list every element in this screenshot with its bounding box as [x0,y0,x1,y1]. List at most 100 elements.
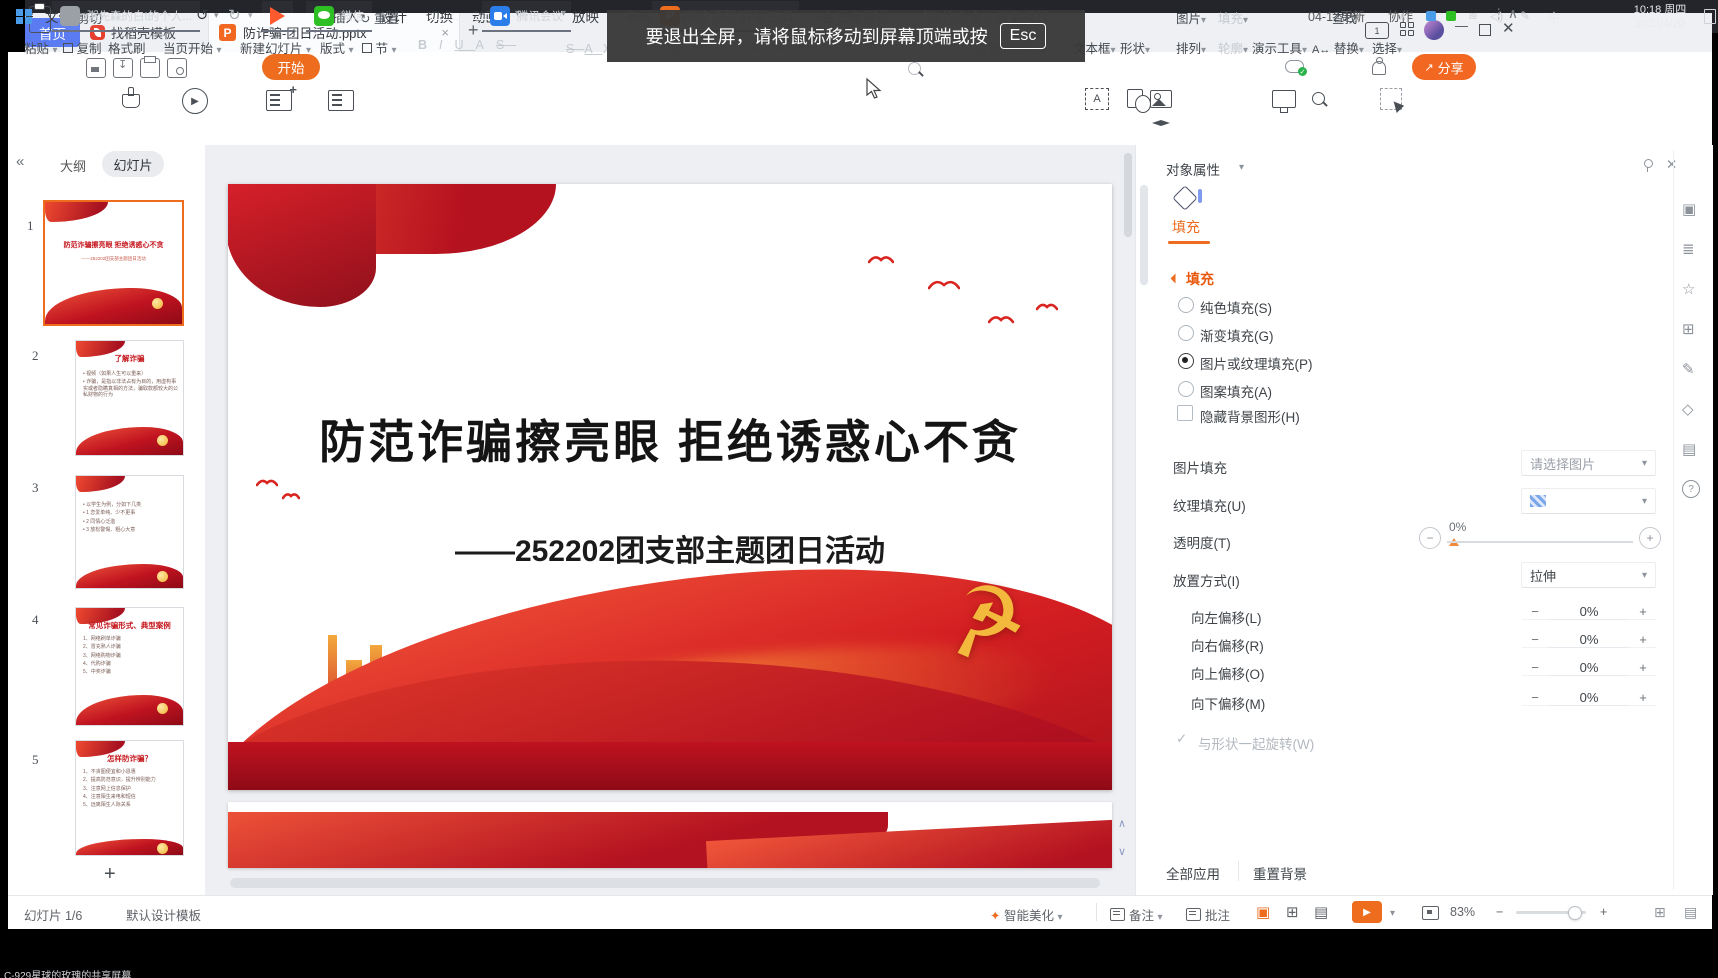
tray-pen-icon[interactable]: ✎ [1520,9,1530,23]
zoom-slider-knob[interactable] [1568,906,1582,920]
radio-gradient-fill[interactable] [1178,325,1194,341]
present-tools-icon[interactable] [1272,90,1296,108]
tray-wechat-icon[interactable] [1446,11,1456,21]
play-options-caret-icon[interactable]: ▾ [1390,908,1395,919]
new-slide-button[interactable]: 新建幻灯片 ▾ [240,38,311,57]
transparency-plus-icon[interactable]: + [1639,527,1661,549]
zoom-in-button[interactable]: + [1600,905,1607,919]
taskbar-item-meeting[interactable]: 腾讯会议 [482,1,571,32]
texture-select-dropdown[interactable]: ▾ [1521,488,1656,514]
panel-title-caret-icon[interactable]: ▾ [1239,162,1244,173]
play-from-page-icon[interactable]: ▶ [182,88,208,114]
add-slide-button[interactable]: + [104,863,116,886]
view-sorter-button[interactable]: ⊞ [1286,903,1299,921]
slide-thumbnail-5[interactable]: 怎样防诈骗？ 1、不贪图便宜和小恩惠 2、提高防范意识，提升辨别能力 3、注意网… [75,740,184,856]
tray-volume-icon[interactable]: ◁) [1490,9,1503,23]
pages-icon[interactable]: ⊞ [1682,320,1695,338]
menu-item-home[interactable]: 开始 [262,54,320,80]
tray-app-icon[interactable] [1426,11,1436,21]
panel-list-icon[interactable]: ≣ [1682,240,1695,258]
offset-right-stepper[interactable]: −0%+ [1522,628,1656,652]
integration-mode-icon[interactable]: 1 [1365,22,1389,39]
present-tools-button[interactable]: 演示工具▾ [1252,38,1307,57]
close-panel-icon[interactable]: ✕ [1666,157,1677,173]
replace-button[interactable]: A↔ 替换▾ [1312,38,1364,57]
book-search-icon[interactable]: ▤ [1682,440,1696,458]
select-button[interactable]: 选择▾ [1372,38,1402,57]
fullscreen-icon[interactable]: ⊞ [1654,904,1666,921]
zoom-value[interactable]: 83% [1450,905,1475,919]
pin-panel-icon[interactable] [1644,159,1653,168]
diamond-icon[interactable]: ◇ [1682,400,1694,418]
tray-expand-icon[interactable]: ∧ [1398,9,1407,23]
taskbar-item-player[interactable] [262,1,293,32]
tray-language-indicator[interactable]: 中 [1548,9,1560,26]
section-button[interactable]: 节 ▾ [362,38,397,57]
search-icon[interactable] [908,62,921,75]
slideshow-play-button[interactable]: ▶ [1352,901,1382,923]
placement-dropdown[interactable]: 拉伸 ▾ [1521,562,1656,588]
format-painter-icon[interactable] [122,94,140,108]
minimize-button[interactable]: — [1455,18,1468,33]
format-painter-button[interactable]: 格式刷 [108,38,146,57]
cloud-sync-icon[interactable] [1285,60,1304,73]
save-icon[interactable] [86,58,106,78]
copy-button[interactable]: 复制 [63,38,102,57]
offset-left-stepper[interactable]: −0%+ [1522,600,1656,624]
avatar[interactable] [1424,20,1444,40]
radio-picture-fill[interactable] [1178,353,1194,369]
slide-title[interactable]: 防范诈骗擦亮眼 拒绝诱惑心不贪 [228,406,1112,472]
pencil-icon[interactable]: ✎ [1682,360,1695,378]
layout-icon[interactable] [328,90,354,111]
tray-network-icon[interactable]: ≋ [1468,9,1478,23]
collapse-ribbon-icon[interactable]: ∧ [1508,6,1518,22]
restore-button[interactable] [1479,24,1491,36]
tab-outline[interactable]: 大纲 [60,156,86,175]
comments-button[interactable]: 批注 [1186,905,1230,924]
shapes-icon[interactable] [1127,89,1143,108]
help-icon[interactable]: ? [1682,480,1700,498]
view-normal-button[interactable]: ▣ [1256,903,1270,921]
slide-thumbnail-3[interactable]: • 以学生为例，分如下几类 • 1 恋爱单纯、少不更事 • 2 同情心泛滥 • … [75,475,184,589]
export-icon[interactable] [113,58,133,78]
menu-item-slideshow[interactable]: 放映 [572,6,599,26]
layout-switch-icon[interactable]: ▤ [1684,904,1697,921]
picture-button[interactable]: 图片▾ [1176,8,1206,27]
slide-thumbnail-2[interactable]: 了解诈骗 • 视频（如果人生可以重来） • 诈骗，是指以非法占有为目的，用虚构事… [75,340,184,456]
new-slide-icon[interactable] [266,90,292,111]
notes-button[interactable]: 备注 ▾ [1110,905,1163,924]
taskbar-item-chat[interactable]: 粥先森的白t的个人... [52,1,200,32]
taskbar-item-wechat[interactable]: 微信 [306,1,372,32]
notification-center-icon[interactable] [1704,9,1716,24]
find-icon[interactable] [1312,92,1325,105]
offset-down-stepper[interactable]: −0%+ [1522,686,1656,710]
radio-solid-fill[interactable] [1178,297,1194,313]
previous-slide-arrow-icon[interactable]: ∧ [1118,817,1126,830]
panel-title[interactable]: 对象属性 [1166,159,1220,179]
section-collapse-icon[interactable] [1171,274,1181,284]
picture-select-dropdown[interactable]: 请选择图片 ▾ [1521,450,1656,476]
fill-section-label[interactable]: 填充 [1186,269,1214,289]
fit-slide-icon[interactable] [1422,906,1439,920]
transparency-track[interactable] [1447,541,1633,543]
canvas-vertical-scrollbar[interactable] [1124,153,1132,237]
slide-thumbnail-4[interactable]: 常见诈骗形式、典型案例 1、网络刷单诈骗 2、冒充熟人诈骗 3、网络购物诈骗 4… [75,607,184,726]
arrange-button[interactable]: 排列▾ [1176,38,1206,57]
undo-caret-icon[interactable]: ▾ [214,10,219,21]
layout-button[interactable]: 版式 ▾ [320,38,354,57]
checkbox-hide-background[interactable] [1177,405,1193,421]
share-button[interactable]: ↗ 分享 [1412,54,1476,80]
fill-tab[interactable]: 填充 [1172,217,1200,237]
slide-thumbnail-1[interactable]: 防范诈骗擦亮眼 拒绝诱惑心不贪 ——252202团支部主题团日活动 [43,200,184,326]
start-button[interactable] [16,9,32,25]
shapes-button[interactable]: 形状▾ [1120,38,1150,57]
reset-background-button[interactable]: 重置背景 [1253,863,1307,883]
print-icon[interactable] [140,58,160,78]
collab-icon[interactable] [1372,61,1386,75]
textbox-icon[interactable]: A [1085,88,1109,110]
star-icon[interactable]: ☆ [1682,280,1695,298]
find-button[interactable]: 查找 [1332,8,1357,27]
play-from-page-button[interactable]: 当页开始 ▾ [163,38,222,57]
apply-all-button[interactable]: 全部应用 [1166,863,1220,883]
select-icon[interactable] [1380,88,1402,110]
